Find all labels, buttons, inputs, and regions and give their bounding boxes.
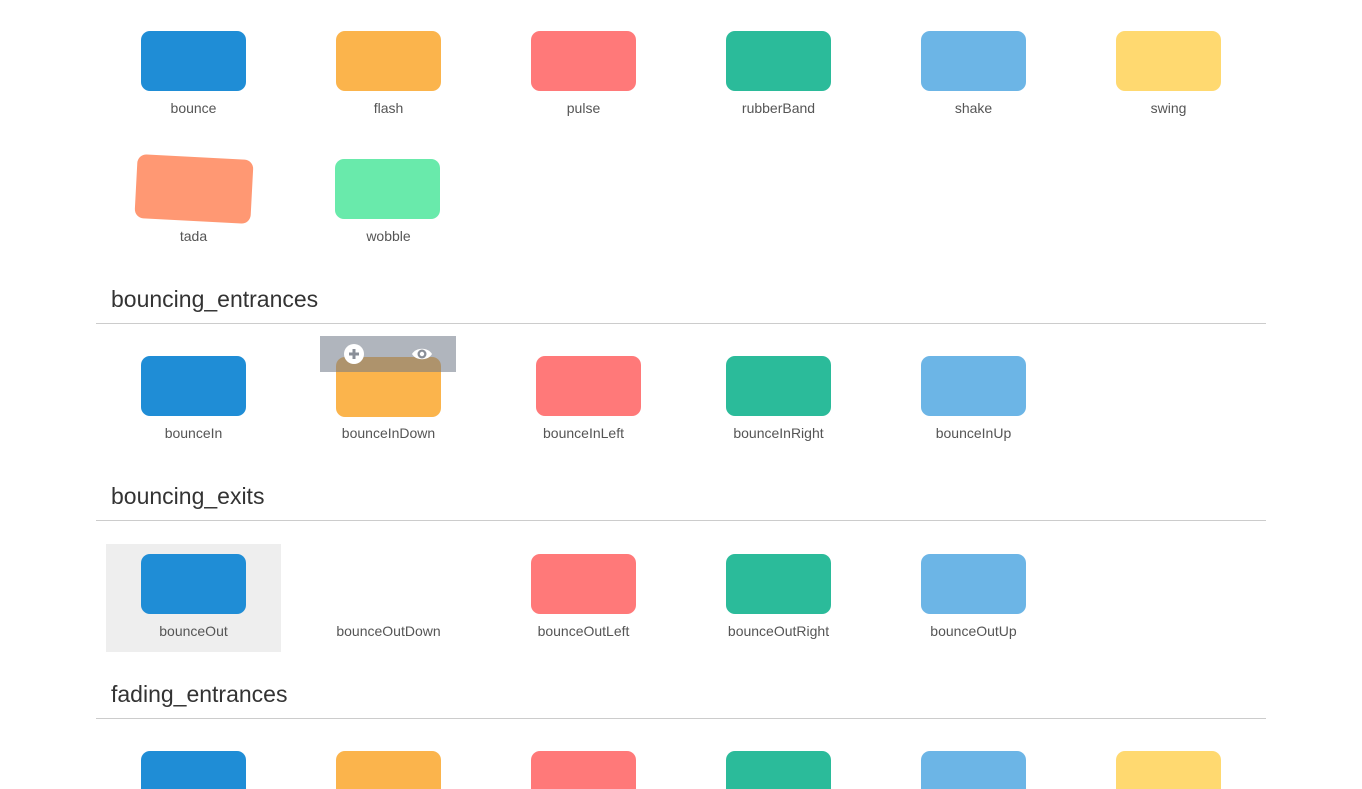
- animation-label: wobble: [366, 228, 411, 244]
- animation-tile[interactable]: [726, 554, 831, 614]
- section-divider: [96, 718, 1266, 719]
- animation-tile[interactable]: [336, 31, 441, 91]
- section-divider: [96, 323, 1266, 324]
- item-hover-toolbar: [320, 336, 456, 372]
- animation-label: bounceInDown: [341, 425, 436, 441]
- animation-tile[interactable]: [141, 554, 246, 614]
- animation-label: bounceIn: [164, 425, 223, 441]
- animation-label: bounceOutRight: [727, 623, 830, 639]
- section-title-bouncing-exits: bouncing_exits: [111, 483, 265, 509]
- animation-label: tada: [179, 228, 208, 244]
- animation-tile[interactable]: [921, 31, 1026, 91]
- section-divider: [96, 520, 1266, 521]
- animation-label: flash: [373, 100, 404, 116]
- animation-tile[interactable]: [921, 554, 1026, 614]
- animation-label: bounceOutDown: [336, 623, 441, 639]
- animation-label: bounceOutUp: [930, 623, 1017, 639]
- animation-label: bounceInRight: [733, 425, 824, 441]
- animation-label: swing: [1150, 100, 1187, 116]
- animation-label: bounceInUp: [935, 425, 1012, 441]
- animation-label: shake: [954, 100, 993, 116]
- animation-tile[interactable]: [726, 31, 831, 91]
- animation-tile[interactable]: [531, 31, 636, 91]
- animation-label: bounce: [170, 100, 217, 116]
- animation-label: bounceInLeft: [543, 425, 624, 441]
- animation-tile[interactable]: [335, 159, 440, 219]
- animation-tile[interactable]: [141, 31, 246, 91]
- animation-tile[interactable]: [726, 751, 831, 789]
- animation-tile[interactable]: [726, 356, 831, 416]
- animation-tile[interactable]: [1116, 751, 1221, 789]
- animation-label: pulse: [566, 100, 601, 116]
- animation-tile[interactable]: [134, 154, 254, 224]
- animation-tile[interactable]: [921, 356, 1026, 416]
- section-title-bouncing-entrances: bouncing_entrances: [111, 286, 319, 312]
- eye-icon[interactable]: [411, 343, 433, 365]
- animation-label: rubberBand: [741, 100, 816, 116]
- animation-tile[interactable]: [141, 751, 246, 789]
- animation-label: bounceOutLeft: [537, 623, 630, 639]
- animation-tile[interactable]: [531, 751, 636, 789]
- animation-tile[interactable]: [336, 751, 441, 789]
- animation-tile[interactable]: [1116, 31, 1221, 91]
- animation-label: bounceOut: [159, 623, 228, 639]
- animation-tile[interactable]: [531, 554, 636, 614]
- animation-tile[interactable]: [536, 356, 641, 416]
- animation-tile[interactable]: [921, 751, 1026, 789]
- plus-circle-icon[interactable]: [343, 343, 365, 365]
- section-title-fading-entrances: fading_entrances: [111, 681, 288, 707]
- animation-tile[interactable]: [141, 356, 246, 416]
